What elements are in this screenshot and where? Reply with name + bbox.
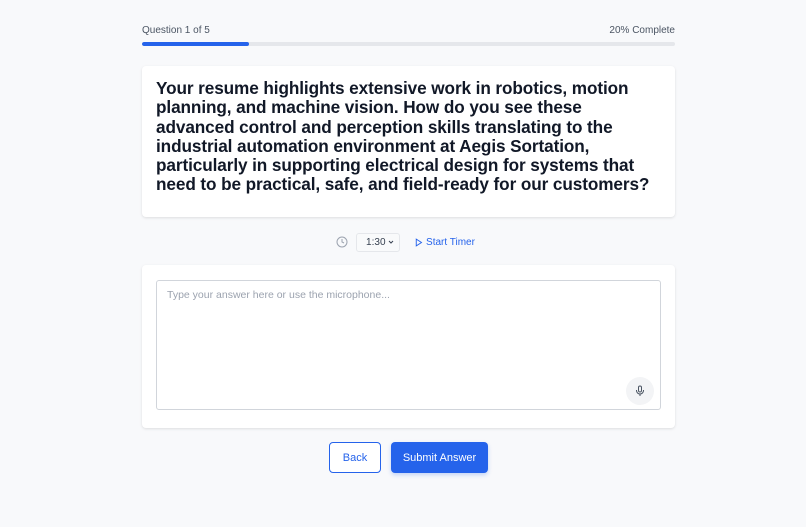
timer-duration-value: 1:30 <box>366 236 386 248</box>
question-text: Your resume highlights extensive work in… <box>156 78 650 195</box>
microphone-button[interactable] <box>626 377 654 405</box>
progress-bar-fill <box>142 42 249 46</box>
microphone-icon <box>636 385 644 396</box>
submit-answer-button[interactable]: Submit Answer <box>391 442 488 473</box>
timer-duration-select[interactable]: 1:30 <box>356 232 401 252</box>
answer-box <box>156 280 661 410</box>
start-timer-button[interactable]: Start Timer <box>414 237 475 248</box>
chevron-down-icon <box>388 240 394 244</box>
answer-card <box>142 265 675 428</box>
play-icon <box>415 237 423 247</box>
action-buttons: Back Submit Answer <box>142 442 675 473</box>
question-card: Your resume highlights extensive work in… <box>142 66 675 217</box>
start-timer-label: Start Timer <box>426 236 475 248</box>
question-counter: Question 1 of 5 <box>142 25 210 36</box>
progress-bar <box>142 42 675 46</box>
answer-textarea[interactable] <box>167 289 650 401</box>
progress-header: Question 1 of 5 20% Complete <box>142 25 675 36</box>
progress-percent: 20% Complete <box>609 25 675 36</box>
back-button[interactable]: Back <box>329 442 381 473</box>
timer-controls: 1:30 Start Timer <box>142 232 675 252</box>
clock-icon <box>336 236 348 248</box>
